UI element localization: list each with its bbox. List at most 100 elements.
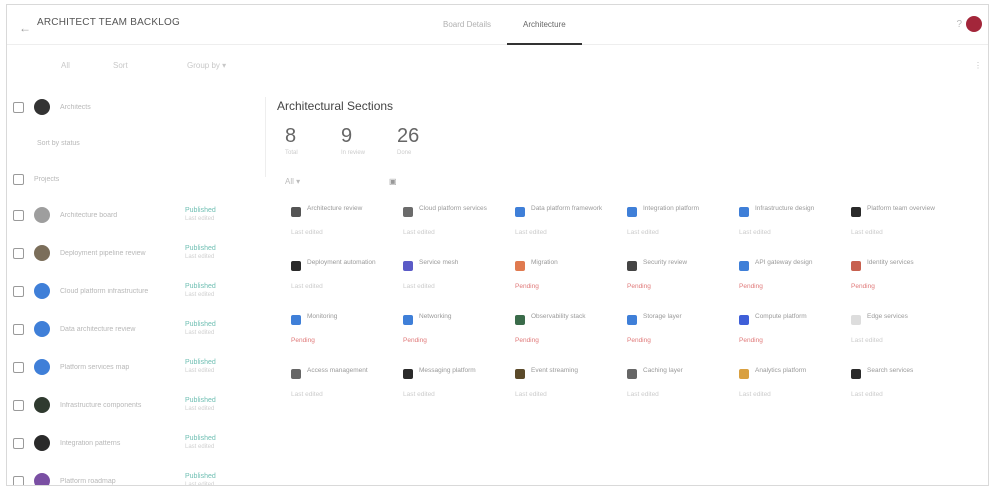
status-sub: Last edited: [185, 482, 215, 486]
card-status: Last edited: [403, 391, 435, 398]
toolbar: All Sort Group by ▾ ⋮: [7, 45, 988, 85]
card-status: Last edited: [291, 229, 323, 236]
card-status: Last edited: [291, 283, 323, 290]
project-row[interactable]: Platform services map Published Last edite…: [7, 351, 257, 383]
filter-all-button[interactable]: All: [61, 61, 70, 70]
card-icon: [515, 369, 525, 379]
project-icon: [34, 397, 50, 413]
status-text: Published: [185, 397, 216, 404]
row-checkbox[interactable]: [13, 437, 24, 449]
section-card[interactable]: Messaging platform Last edited: [403, 365, 499, 415]
project-name: Platform roadmap: [60, 477, 116, 485]
card-status: Last edited: [515, 391, 547, 398]
status-sub: Last edited: [185, 216, 215, 222]
card-icon: [851, 261, 861, 271]
top-bar: ← ARCHITECT TEAM BACKLOG Board Details A…: [7, 5, 988, 45]
section-card[interactable]: Edge services Last edited: [851, 311, 947, 361]
sort-row[interactable]: Sort by status: [7, 127, 257, 159]
card-icon: [627, 207, 637, 217]
row-checkbox[interactable]: [13, 247, 24, 259]
section-card[interactable]: Search services Last edited: [851, 365, 947, 415]
stat-total: 8 Total: [285, 125, 298, 156]
user-avatar[interactable]: [966, 16, 982, 32]
calendar-icon[interactable]: ▣: [389, 177, 397, 186]
project-row[interactable]: Integration patterns Published Last edited: [7, 427, 257, 459]
section-card[interactable]: Deployment automation Last edited: [291, 257, 387, 307]
section-card[interactable]: Storage layer Pending: [627, 311, 723, 361]
sort-button[interactable]: Sort: [113, 61, 128, 70]
card-title: Platform team overview: [867, 205, 935, 212]
card-title: Analytics platform: [755, 367, 807, 374]
status-sub: Last edited: [185, 444, 215, 450]
status-text: Published: [185, 207, 216, 214]
status-text: Published: [185, 473, 216, 480]
tab-architecture[interactable]: Architecture: [507, 5, 582, 45]
divider: [265, 97, 266, 177]
group-by-dropdown[interactable]: Group by ▾: [187, 61, 226, 70]
section-card[interactable]: Migration Pending: [515, 257, 611, 307]
section-card[interactable]: Observability stack Pending: [515, 311, 611, 361]
section-checkbox[interactable]: [13, 173, 24, 185]
project-row[interactable]: Data architecture review Published Last ed…: [7, 313, 257, 345]
card-title: Architecture review: [307, 205, 363, 212]
section-card[interactable]: Monitoring Pending: [291, 311, 387, 361]
card-title: Observability stack: [531, 313, 586, 320]
status-text: Published: [185, 245, 216, 252]
project-row[interactable]: Platform roadmap Published Last edited: [7, 465, 257, 486]
section-card[interactable]: Data platform framework Last edited: [515, 203, 611, 253]
card-status: Pending: [627, 337, 651, 344]
section-card[interactable]: Access management Last edited: [291, 365, 387, 415]
app-window: ← ARCHITECT TEAM BACKLOG Board Details A…: [6, 4, 989, 486]
project-row[interactable]: Architecture board Published Last edited: [7, 199, 257, 231]
section-card[interactable]: Compute platform Pending: [739, 311, 835, 361]
stat-review-label: In review: [341, 150, 366, 156]
section-card[interactable]: Analytics platform Last edited: [739, 365, 835, 415]
project-row[interactable]: Deployment pipeline review Published Last …: [7, 237, 257, 269]
section-card[interactable]: Infrastructure design Last edited: [739, 203, 835, 253]
status-sub: Last edited: [185, 254, 215, 260]
project-row[interactable]: Cloud platform infrastructure Published La…: [7, 275, 257, 307]
more-options-icon[interactable]: ⋮: [974, 61, 982, 70]
filter-dropdown[interactable]: All ▾: [285, 177, 300, 186]
row-checkbox[interactable]: [13, 285, 24, 297]
card-icon: [515, 261, 525, 271]
row-checkbox[interactable]: [13, 323, 24, 335]
tab-board-details[interactable]: Board Details: [427, 5, 507, 45]
help-icon[interactable]: ?: [956, 19, 962, 30]
status-sub: Last edited: [185, 292, 215, 298]
section-card[interactable]: Caching layer Last edited: [627, 365, 723, 415]
section-card[interactable]: Platform team overview Last edited: [851, 203, 947, 253]
section-row[interactable]: Projects: [7, 163, 257, 195]
card-title: Cloud platform services: [419, 205, 487, 212]
section-label: Projects: [34, 175, 60, 183]
section-card[interactable]: Networking Pending: [403, 311, 499, 361]
section-card[interactable]: Integration platform Last edited: [627, 203, 723, 253]
card-title: Storage layer: [643, 313, 682, 320]
section-card[interactable]: Security review Pending: [627, 257, 723, 307]
project-icon: [34, 435, 50, 451]
row-checkbox[interactable]: [13, 209, 24, 221]
section-card[interactable]: API gateway design Pending: [739, 257, 835, 307]
owner-row[interactable]: Architects: [7, 91, 257, 123]
project-name: Architecture board: [60, 211, 118, 219]
owner-checkbox[interactable]: [13, 101, 24, 113]
row-checkbox[interactable]: [13, 361, 24, 373]
project-name: Cloud platform infrastructure: [60, 287, 149, 295]
card-title: Monitoring: [307, 313, 338, 320]
section-card[interactable]: Architecture review Last edited: [291, 203, 387, 253]
row-checkbox[interactable]: [13, 399, 24, 411]
card-icon: [291, 261, 301, 271]
section-card[interactable]: Service mesh Last edited: [403, 257, 499, 307]
project-row[interactable]: Infrastructure components Published Last e…: [7, 389, 257, 421]
section-card[interactable]: Identity services Pending: [851, 257, 947, 307]
card-icon: [403, 369, 413, 379]
card-icon: [739, 261, 749, 271]
section-card[interactable]: Cloud platform services Last edited: [403, 203, 499, 253]
page-title: ARCHITECT TEAM BACKLOG: [37, 17, 180, 28]
card-title: Event streaming: [531, 367, 578, 374]
card-status: Last edited: [627, 229, 659, 236]
row-checkbox[interactable]: [13, 475, 24, 485]
back-arrow-icon[interactable]: ←: [19, 21, 31, 35]
section-card[interactable]: Event streaming Last edited: [515, 365, 611, 415]
card-icon: [851, 369, 861, 379]
